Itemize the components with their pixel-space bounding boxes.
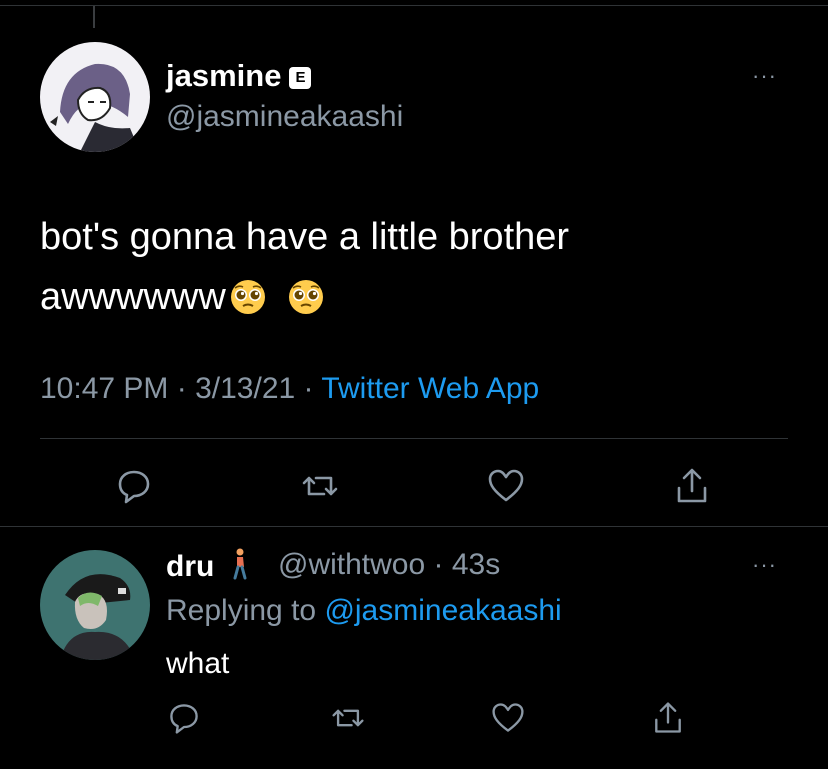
reply-age[interactable]: 43s (452, 548, 500, 581)
retweet-icon (332, 709, 364, 727)
reply-icon (118, 470, 150, 504)
thread-connector-line (93, 6, 95, 28)
tweet-text-line-1: bot's gonna have a little brother (40, 216, 570, 258)
reply-author-handle-line: @withtwoo · 43s (278, 548, 500, 582)
reply-share-button[interactable] (650, 700, 686, 736)
tweet-meta: 10:47 PM · 3/13/21 · Twitter Web App (40, 372, 539, 406)
more-options-button[interactable]: ··· (752, 63, 777, 89)
meta-separator: · (168, 372, 196, 405)
author-handle[interactable]: @jasmineakaashi (166, 100, 403, 134)
author-badge: E (289, 66, 312, 89)
author-name[interactable]: jasmine E (166, 58, 312, 94)
author-name-text: jasmine (166, 58, 282, 93)
retweet-icon (302, 476, 338, 496)
tweet-time[interactable]: 10:47 PM (40, 372, 168, 405)
replying-to-prefix: Replying to (166, 594, 325, 627)
reply-like-button[interactable] (490, 700, 526, 736)
reply-retweet-button[interactable] (330, 700, 366, 736)
retweet-button[interactable] (300, 466, 340, 506)
reply-author-avatar[interactable] (40, 550, 150, 660)
tweet-divider (0, 526, 828, 527)
reply-author-handle[interactable]: @withtwoo (278, 548, 425, 581)
heart-icon (488, 469, 524, 502)
share-icon (655, 702, 681, 733)
tweet-text-line-2: awwwwww (40, 267, 569, 327)
like-button[interactable] (486, 466, 526, 506)
reply-more-options-button[interactable]: ··· (752, 552, 777, 578)
tweet-date[interactable]: 3/13/21 (195, 372, 295, 405)
reply-separator: · (425, 548, 452, 581)
replying-to-line: Replying to @jasmineakaashi (166, 594, 562, 628)
pleading-face-icon (230, 280, 265, 314)
tweet-text-line-2-text: awwwwww (40, 276, 226, 318)
replying-to-mention-link[interactable]: @jasmineakaashi (324, 594, 561, 627)
reply-icon (170, 704, 198, 734)
reply-button[interactable] (114, 466, 154, 506)
reply-author-name[interactable]: dru (166, 548, 251, 584)
share-button[interactable] (672, 466, 712, 506)
pleading-face-icon (288, 280, 323, 314)
top-border (0, 5, 828, 6)
tweet-source-link[interactable]: Twitter Web App (321, 372, 539, 405)
tweet-text: bot's gonna have a little brother awwwww… (40, 207, 569, 327)
share-icon (677, 468, 707, 503)
reply-author-name-text: dru (166, 550, 215, 583)
heart-icon (492, 703, 524, 732)
reply-reply-button[interactable] (166, 700, 202, 736)
author-avatar[interactable] (40, 42, 150, 152)
meta-divider (40, 438, 788, 439)
person-walking-icon (233, 548, 247, 580)
meta-separator: · (295, 372, 322, 405)
reply-text: what (166, 647, 230, 680)
